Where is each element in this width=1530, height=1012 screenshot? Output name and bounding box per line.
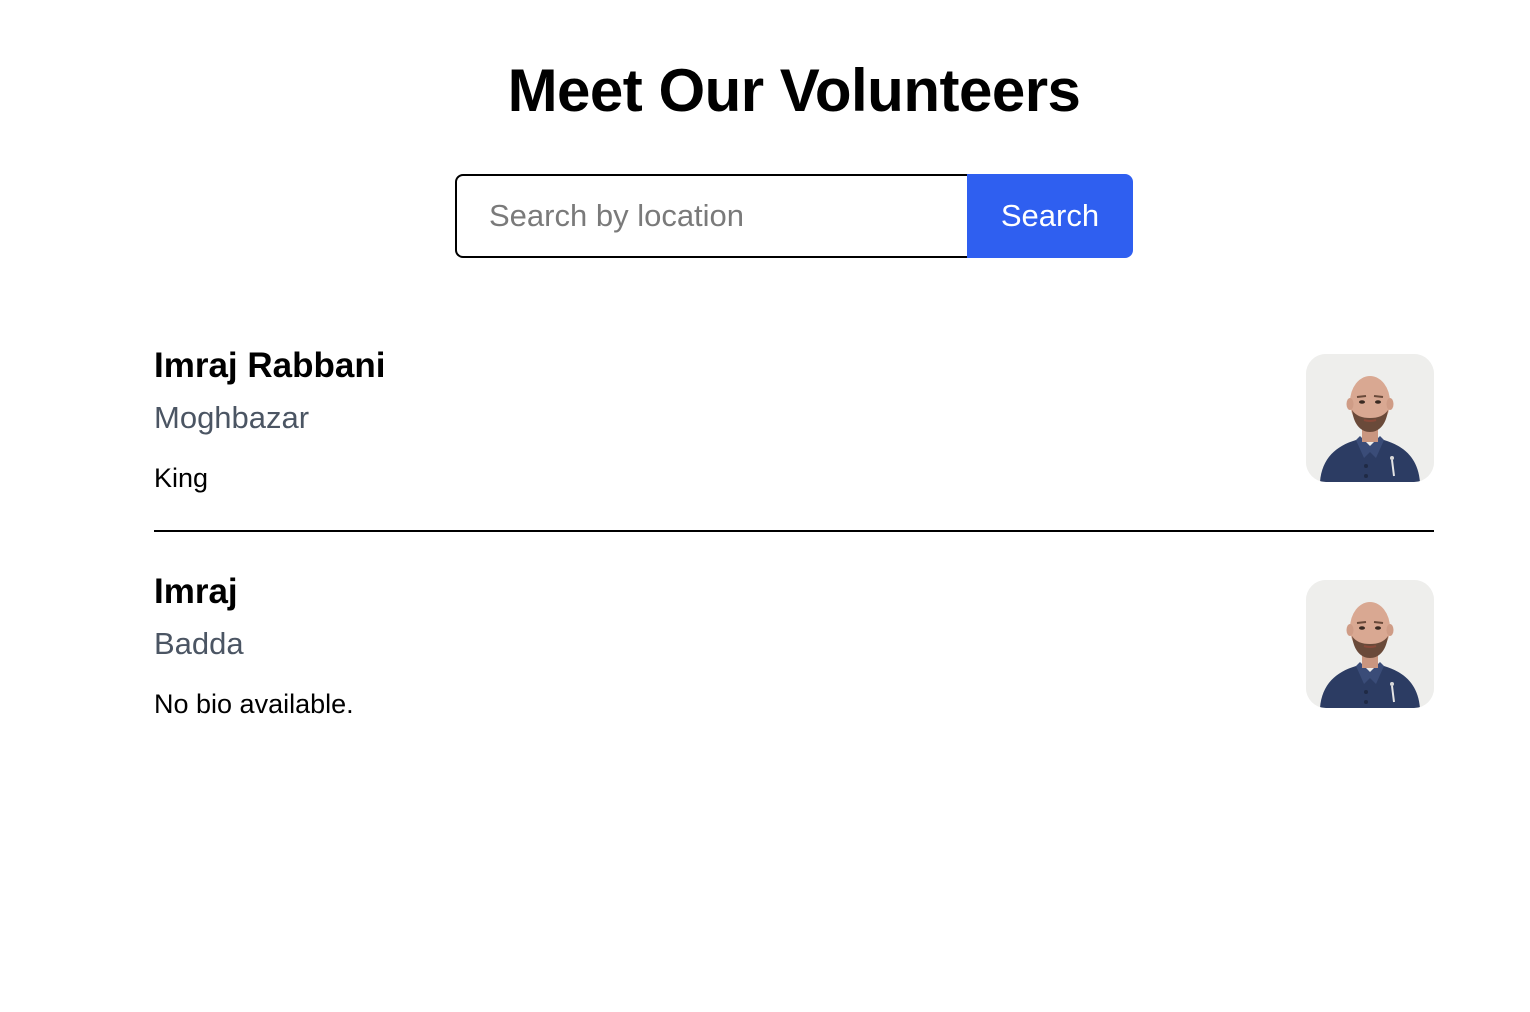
volunteer-card: Imraj Rabbani Moghbazar King (154, 330, 1434, 530)
volunteer-location: Badda (154, 626, 244, 661)
volunteer-list: Imraj Rabbani Moghbazar King Imraj Badda… (154, 330, 1434, 756)
volunteer-bio: No bio available. (154, 689, 354, 719)
person-photo-icon (1306, 580, 1434, 708)
page: Meet Our Volunteers Search Imraj Rabbani… (0, 0, 1530, 1012)
search-button[interactable]: Search (967, 174, 1133, 258)
search-bar: Search (455, 174, 1133, 258)
divider (154, 530, 1434, 532)
volunteer-name: Imraj (154, 572, 238, 611)
page-title: Meet Our Volunteers (507, 57, 1081, 124)
volunteer-location: Moghbazar (154, 400, 310, 435)
volunteer-card: Imraj Badda No bio available. (154, 556, 1434, 756)
person-photo-icon (1306, 354, 1434, 482)
volunteer-bio: King (154, 463, 209, 493)
search-input[interactable] (455, 174, 967, 258)
volunteer-name: Imraj Rabbani (154, 346, 386, 385)
volunteer-avatar (1306, 580, 1434, 708)
volunteer-avatar (1306, 354, 1434, 482)
